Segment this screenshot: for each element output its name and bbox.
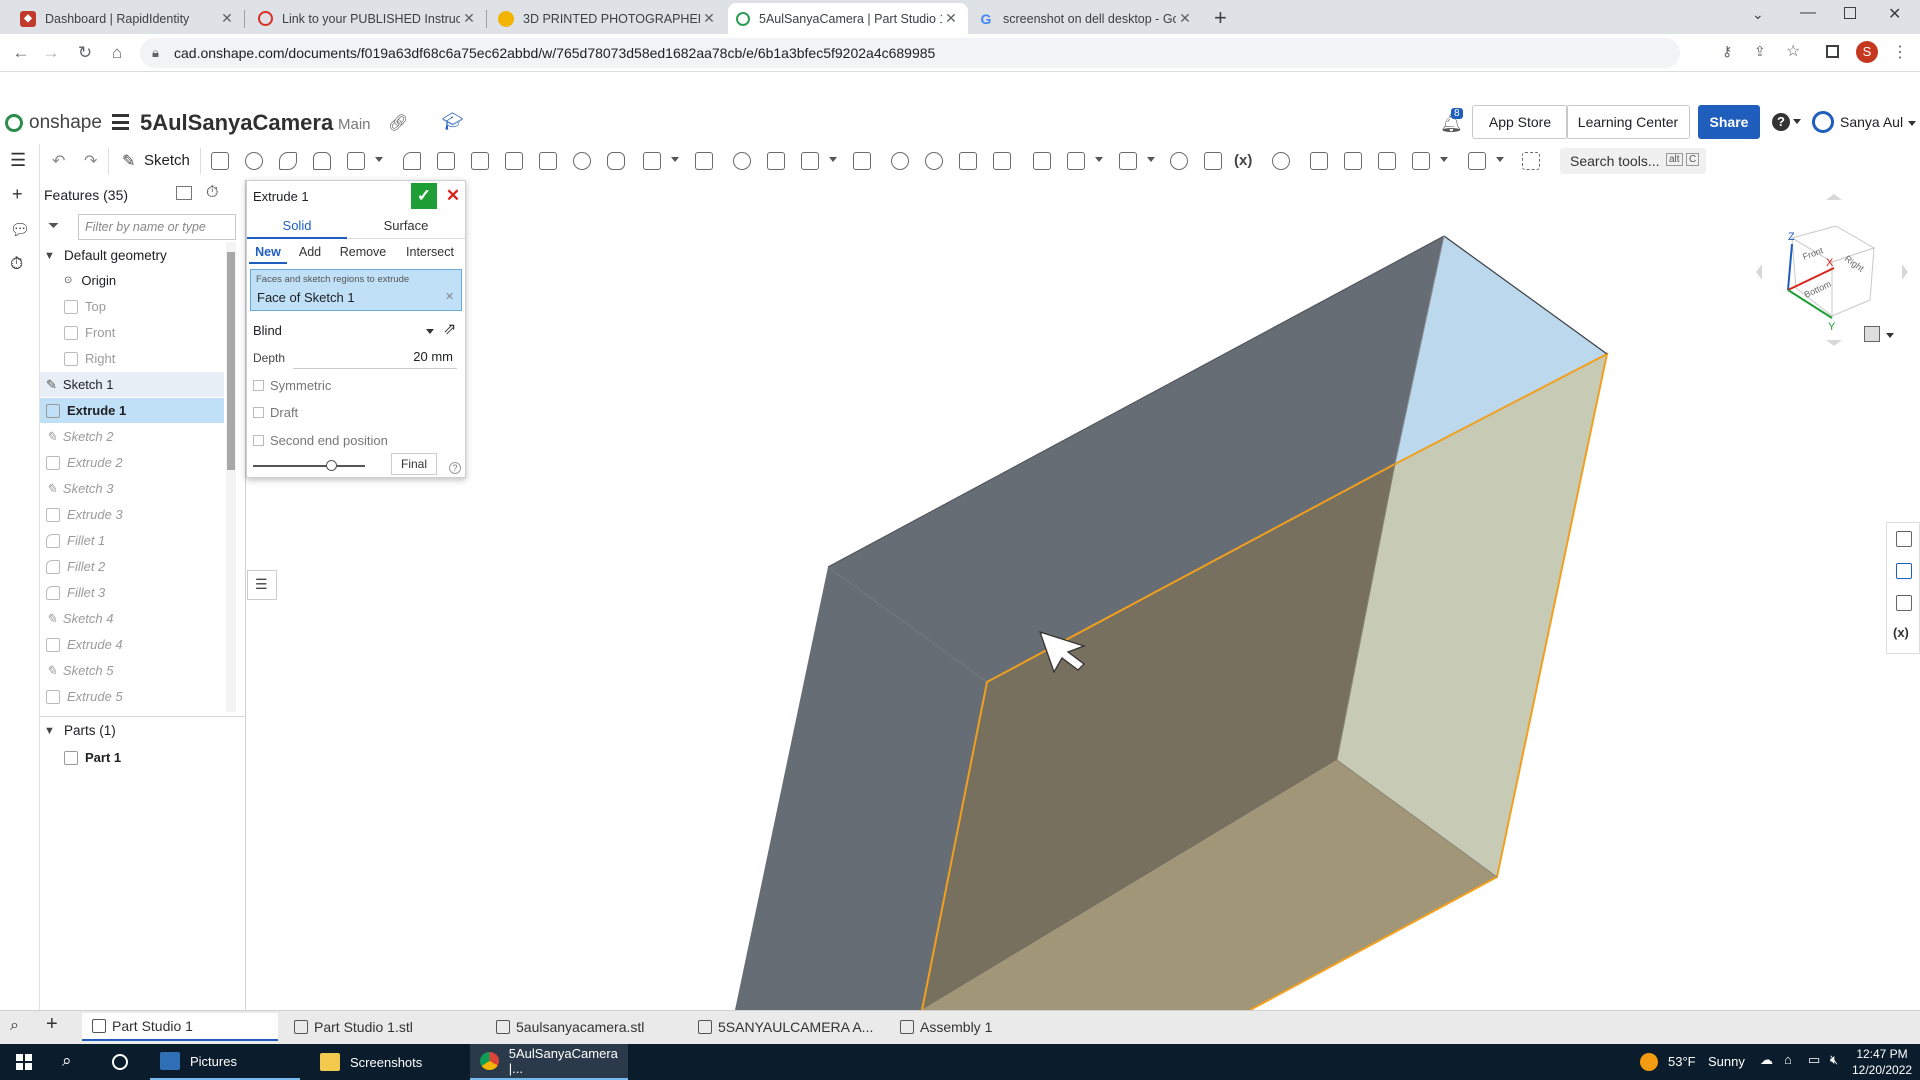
variables-panel-icon[interactable]: (x) bbox=[1893, 625, 1909, 640]
rollback-slider[interactable] bbox=[253, 465, 365, 467]
tab-part-studio-stl[interactable]: Part Studio 1.stl bbox=[284, 1013, 480, 1041]
app-label: 5AulSanyaCamera |... bbox=[508, 1046, 618, 1076]
tab-solid[interactable]: Solid bbox=[247, 213, 347, 239]
option-label: Draft bbox=[270, 405, 299, 420]
checkbox[interactable] bbox=[253, 380, 264, 391]
option-label: Second end position bbox=[270, 433, 388, 448]
temperature[interactable]: 53°F bbox=[1668, 1054, 1696, 1069]
tab-part-studio-1[interactable]: Part Studio 1 bbox=[82, 1013, 278, 1041]
extrude-dialog: Extrude 1 ✓ ✕ Solid Surface New Add Remo… bbox=[246, 180, 466, 478]
windows-start-icon[interactable] bbox=[16, 1054, 32, 1070]
second-end-option[interactable]: Second end position bbox=[253, 433, 388, 448]
folder-icon bbox=[320, 1053, 340, 1071]
sun-weather-icon[interactable] bbox=[1640, 1053, 1658, 1071]
remove-selection-icon[interactable]: ✕ bbox=[445, 290, 454, 303]
stl-file-icon bbox=[698, 1020, 712, 1034]
checkbox[interactable] bbox=[253, 407, 264, 418]
tab-surface[interactable]: Surface bbox=[347, 213, 465, 239]
axis-y-label: Y bbox=[1828, 321, 1836, 333]
taskbar-app-pictures[interactable]: Pictures bbox=[150, 1044, 300, 1080]
add-tab-icon[interactable]: + bbox=[46, 1013, 58, 1036]
tab-5aulsanyacamera-stl[interactable]: 5aulsanyacamera.stl bbox=[486, 1013, 682, 1041]
op-intersect[interactable]: Intersect bbox=[397, 240, 463, 264]
axis-z-label: Z bbox=[1788, 231, 1795, 243]
end-type-dropdown-icon[interactable] bbox=[426, 329, 434, 334]
axis-x-label: X bbox=[1826, 257, 1834, 269]
selection-field[interactable]: Faces and sketch regions to extrude Face… bbox=[250, 269, 462, 311]
taskbar-app-screenshots[interactable]: Screenshots bbox=[310, 1044, 460, 1080]
appearance-icon[interactable] bbox=[1896, 531, 1912, 547]
depth-input[interactable]: 20 mm bbox=[293, 349, 457, 369]
taskbar-app-chrome[interactable]: 5AulSanyaCamera |... bbox=[470, 1044, 628, 1080]
depth-label: Depth bbox=[253, 351, 286, 365]
mass-properties-icon[interactable] bbox=[1896, 595, 1912, 611]
right-panel-toolbar: (x) bbox=[1886, 522, 1920, 654]
view-cube[interactable]: Z X Y Front Right Bottom bbox=[1752, 190, 1912, 350]
app-label: Screenshots bbox=[350, 1054, 423, 1070]
volume-muted-icon[interactable]: 🔇︎ bbox=[1830, 1052, 1838, 1068]
tab-label: 5aulsanyacamera.stl bbox=[516, 1019, 645, 1035]
tab-5sanyaulcamera[interactable]: 5SANYAULCAMERA A... bbox=[688, 1013, 884, 1041]
part-studio-icon bbox=[92, 1019, 106, 1033]
cortana-icon[interactable] bbox=[112, 1054, 128, 1070]
document-tabs-bar: ⌕ + Part Studio 1 Part Studio 1.stl 5aul… bbox=[0, 1010, 1920, 1044]
tab-label: Part Studio 1.stl bbox=[314, 1019, 413, 1035]
chrome-icon bbox=[480, 1052, 499, 1070]
cancel-x-icon[interactable]: ✕ bbox=[441, 183, 465, 209]
rotate-left-arrow-icon[interactable] bbox=[1756, 264, 1762, 280]
rotate-right-arrow-icon[interactable] bbox=[1902, 264, 1908, 280]
stl-file-icon bbox=[496, 1020, 510, 1034]
option-label: Symmetric bbox=[270, 378, 332, 393]
checkbox[interactable] bbox=[253, 435, 264, 446]
tab-assembly-1[interactable]: Assembly 1 bbox=[890, 1013, 1086, 1041]
network-icon[interactable]: ⌂ bbox=[1784, 1052, 1792, 1067]
graphics-viewport[interactable] bbox=[0, 0, 1920, 1080]
weather-desc[interactable]: Sunny bbox=[1708, 1054, 1745, 1069]
tab-label: Assembly 1 bbox=[920, 1019, 993, 1035]
symmetric-option[interactable]: Symmetric bbox=[253, 378, 331, 393]
search-icon[interactable]: ⌕ bbox=[62, 1051, 72, 1071]
properties-icon[interactable] bbox=[1896, 563, 1912, 579]
help-icon[interactable]: ? bbox=[449, 462, 461, 474]
tab-label: Part Studio 1 bbox=[112, 1018, 193, 1034]
windows-taskbar: ⌕ Pictures Screenshots 5AulSanyaCamera |… bbox=[0, 1044, 1920, 1080]
rotate-up-arrow-icon[interactable] bbox=[1826, 194, 1842, 200]
tab-label: 5SANYAULCAMERA A... bbox=[718, 1019, 874, 1035]
rotate-down-arrow-icon[interactable] bbox=[1826, 340, 1842, 346]
selection-value[interactable]: Face of Sketch 1 bbox=[257, 290, 355, 305]
app-label: Pictures bbox=[190, 1053, 237, 1069]
slider-handle[interactable] bbox=[326, 460, 337, 471]
assembly-icon bbox=[900, 1020, 914, 1034]
flip-direction-icon[interactable]: ⇗ bbox=[443, 319, 456, 339]
final-button[interactable]: Final bbox=[391, 453, 437, 475]
op-remove[interactable]: Remove bbox=[335, 240, 391, 264]
clock-date[interactable]: 12/20/2022 bbox=[1852, 1063, 1912, 1077]
chat-icon[interactable]: ▭ bbox=[1808, 1052, 1820, 1068]
draft-option[interactable]: Draft bbox=[253, 405, 298, 420]
clock-time[interactable]: 12:47 PM bbox=[1852, 1047, 1912, 1061]
view-options-dropdown-icon[interactable] bbox=[1886, 333, 1894, 338]
op-new[interactable]: New bbox=[249, 240, 287, 264]
selection-label: Faces and sketch regions to extrude bbox=[256, 274, 410, 285]
accept-check-icon[interactable]: ✓ bbox=[411, 183, 437, 209]
view-options-cube-icon[interactable] bbox=[1864, 326, 1880, 342]
dialog-title[interactable]: Extrude 1 bbox=[253, 189, 309, 204]
stl-file-icon bbox=[294, 1020, 308, 1034]
photos-icon bbox=[160, 1052, 180, 1070]
end-type-select[interactable]: Blind bbox=[253, 323, 282, 338]
onedrive-cloud-icon[interactable]: ☁︎ bbox=[1760, 1052, 1773, 1068]
op-add[interactable]: Add bbox=[293, 240, 327, 264]
tab-manager-icon[interactable]: ⌕ bbox=[10, 1017, 19, 1035]
